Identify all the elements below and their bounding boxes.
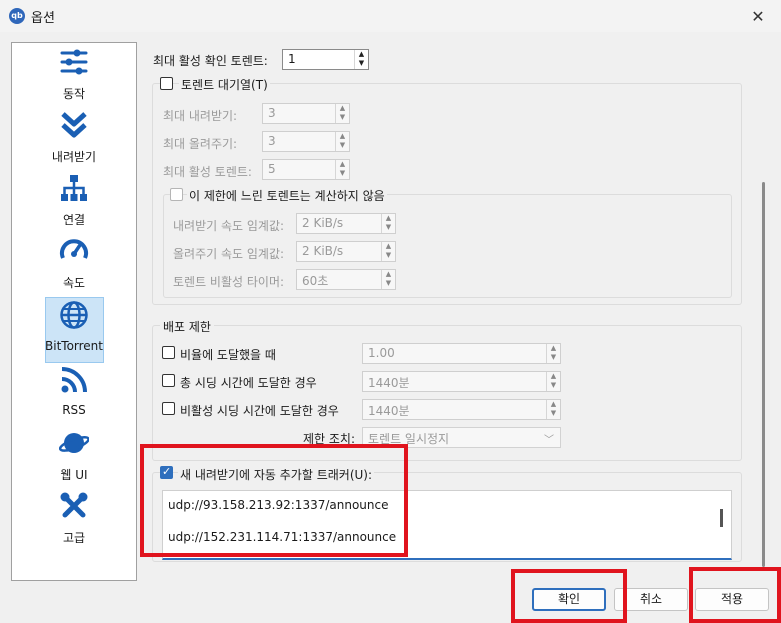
ratio-checkbox[interactable] xyxy=(162,346,175,359)
inactivity-timer-spinbox[interactable]: 60초 ▲ ▼ xyxy=(296,269,396,290)
max-uploads-spinbox[interactable]: 3 ▲ ▼ xyxy=(262,131,350,152)
sidebar-item-label: 속도 xyxy=(62,276,86,290)
spin-arrows-icon[interactable]: ▲ ▼ xyxy=(546,372,560,391)
ok-button[interactable]: 확인 xyxy=(532,588,606,611)
sidebar-item-webui[interactable]: 웹 UI xyxy=(12,426,136,488)
download-icon xyxy=(61,112,87,138)
spin-arrows-icon[interactable]: ▲ ▼ xyxy=(354,50,368,69)
globe-icon xyxy=(60,301,88,329)
title-bar: qb 옵션 ✕ xyxy=(0,0,781,32)
slow-torrents-checkbox[interactable] xyxy=(170,188,183,201)
sidebar-item-rss[interactable]: RSS xyxy=(12,363,136,425)
max-active-checking-spinbox[interactable]: 1 ▲ ▼ xyxy=(282,49,369,70)
spinbox-value: 1440분 xyxy=(368,404,410,418)
sidebar-item-label: 웹 UI xyxy=(60,468,88,482)
spinbox-value: 2 KiB/s xyxy=(302,216,344,230)
max-downloads-spinbox[interactable]: 3 ▲ ▼ xyxy=(262,103,350,124)
seed-time-checkbox[interactable] xyxy=(162,374,175,387)
seed-time-label: 총 시딩 시간에 도달한 경우 xyxy=(180,376,317,390)
max-active-spinbox[interactable]: 5 ▲ ▼ xyxy=(262,159,350,180)
dl-threshold-spinbox[interactable]: 2 KiB/s ▲ ▼ xyxy=(296,213,396,234)
queue-checkbox[interactable] xyxy=(160,77,173,90)
cancel-button[interactable]: 취소 xyxy=(614,588,688,611)
planet-icon xyxy=(59,433,89,453)
sidebar-item-label: RSS xyxy=(62,403,86,417)
slow-torrents-label: 이 제한에 느린 토렌트는 계산하지 않음 xyxy=(187,187,387,204)
auto-trackers-label: 새 내려받기에 자동 추가할 트래커(U): xyxy=(178,466,375,483)
rss-icon xyxy=(61,367,87,393)
dl-threshold-label: 내려받기 속도 임계값: xyxy=(173,219,285,233)
max-active-label: 최대 활성 토렌트: xyxy=(163,165,252,179)
spinbox-value: 3 xyxy=(268,134,276,148)
content-scrollbar[interactable] xyxy=(758,42,770,567)
window-title: 옵션 xyxy=(31,11,55,26)
spinbox-value: 1.00 xyxy=(368,346,395,360)
ul-threshold-spinbox[interactable]: 2 KiB/s ▲ ▼ xyxy=(296,241,396,262)
spin-arrows-icon[interactable]: ▲ ▼ xyxy=(381,270,395,289)
inactivity-timer-label: 토렌트 비활성 타이머: xyxy=(173,275,285,289)
gauge-icon xyxy=(60,239,88,259)
spinbox-value: 5 xyxy=(268,162,276,176)
ratio-spinbox[interactable]: 1.00 ▲ ▼ xyxy=(362,343,561,364)
sliders-icon xyxy=(60,49,88,75)
spin-arrows-icon[interactable]: ▲ ▼ xyxy=(335,160,349,179)
spinbox-value: 2 KiB/s xyxy=(302,244,344,258)
spin-arrows-icon[interactable]: ▲ ▼ xyxy=(381,214,395,233)
close-button[interactable]: ✕ xyxy=(735,0,781,32)
max-uploads-label: 최대 올려주기: xyxy=(163,137,238,151)
inactive-seed-time-spinbox[interactable]: 1440분 ▲ ▼ xyxy=(362,399,561,420)
sidebar-item-label: 연결 xyxy=(62,213,86,227)
sidebar-item-label: 고급 xyxy=(62,531,86,545)
sidebar-item-speed[interactable]: 속도 xyxy=(12,234,136,296)
tools-icon xyxy=(60,492,88,518)
spinbox-value: 1 xyxy=(288,52,296,66)
inactive-seed-time-checkbox[interactable] xyxy=(162,402,175,415)
options-sidebar: 동작 내려받기 연결 속도 BitTorrent RSS 웹 UI 고급 xyxy=(11,42,137,581)
auto-trackers-checkbox[interactable] xyxy=(160,465,173,479)
sidebar-item-bittorrent[interactable]: BitTorrent xyxy=(12,297,136,363)
inactive-seed-time-label: 비활성 시딩 시간에 도달한 경우 xyxy=(180,404,339,418)
spin-arrows-icon[interactable]: ▲ ▼ xyxy=(381,242,395,261)
trackers-textarea[interactable]: udp://93.158.213.92:1337/announce udp://… xyxy=(162,490,732,560)
textarea-scrollbar[interactable] xyxy=(720,509,723,527)
queue-label: 토렌트 대기열(T) xyxy=(179,76,270,93)
scrollbar-thumb[interactable] xyxy=(762,182,765,567)
dropdown-value: 토렌트 일시정지 xyxy=(368,432,450,446)
spin-arrows-icon[interactable]: ▲ ▼ xyxy=(546,400,560,419)
tracker-line: udp://152.231.114.71:1337/announce xyxy=(168,530,397,544)
ul-threshold-label: 올려주기 속도 임계값: xyxy=(173,247,285,261)
sidebar-item-advanced[interactable]: 고급 xyxy=(12,489,136,551)
limit-action-dropdown[interactable]: 토렌트 일시정지 ﹀ xyxy=(362,427,561,448)
spin-arrows-icon[interactable]: ▲ ▼ xyxy=(546,344,560,363)
network-icon xyxy=(61,175,87,201)
sidebar-item-label: 내려받기 xyxy=(51,150,97,164)
max-downloads-label: 최대 내려받기: xyxy=(163,109,238,123)
ratio-label: 비율에 도달했을 때 xyxy=(180,348,276,362)
spin-arrows-icon[interactable]: ▲ ▼ xyxy=(335,132,349,151)
close-icon: ✕ xyxy=(751,6,765,26)
max-active-checking-label: 최대 활성 확인 토렌트: xyxy=(153,54,268,68)
seed-time-spinbox[interactable]: 1440분 ▲ ▼ xyxy=(362,371,561,392)
spinbox-value: 60초 xyxy=(302,274,329,288)
sidebar-item-downloads[interactable]: 내려받기 xyxy=(12,108,136,170)
spinbox-value: 1440분 xyxy=(368,376,410,390)
tracker-line: udp://93.158.213.92:1337/announce xyxy=(168,498,389,512)
limit-action-label: 제한 조치: xyxy=(303,432,356,446)
qbittorrent-app-icon: qb xyxy=(9,8,25,24)
seeding-limits-title: 배포 제한 xyxy=(160,318,214,335)
sidebar-item-label: BitTorrent xyxy=(45,339,103,353)
sidebar-item-behavior[interactable]: 동작 xyxy=(12,45,136,107)
chevron-down-icon: ﹀ xyxy=(544,435,554,446)
sidebar-item-label: 동작 xyxy=(62,87,86,101)
spinbox-value: 3 xyxy=(268,106,276,120)
sidebar-item-connection[interactable]: 연결 xyxy=(12,171,136,233)
apply-button[interactable]: 적용 xyxy=(695,588,769,611)
spin-arrows-icon[interactable]: ▲ ▼ xyxy=(335,104,349,123)
